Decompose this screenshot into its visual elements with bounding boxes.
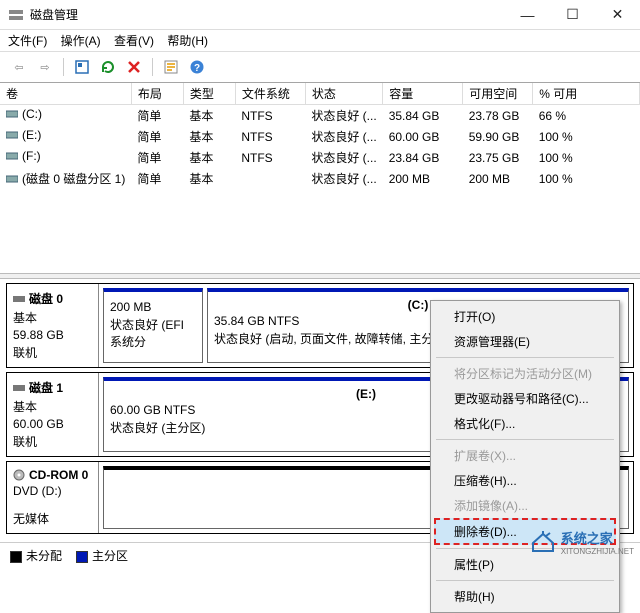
properties-button[interactable] <box>160 56 182 78</box>
titlebar: 磁盘管理 — ☐ ✕ <box>0 0 640 30</box>
menu-extend: 扩展卷(X)... <box>434 443 616 468</box>
volume-list[interactable]: 卷 布局 类型 文件系统 状态 容量 可用空间 % 可用 (C:)简单基本NTF… <box>0 83 640 273</box>
table-row[interactable]: (F:)简单基本NTFS状态良好 (...23.84 GB23.75 GB100… <box>0 147 640 168</box>
disk-1-label: 磁盘 1 <box>29 379 63 396</box>
disk-0-state: 联机 <box>13 344 92 361</box>
toolbar: ⇦ ⇨ ? <box>0 52 640 83</box>
col-volume[interactable]: 卷 <box>0 83 131 105</box>
context-menu: 打开(O) 资源管理器(E) 将分区标记为活动分区(M) 更改驱动器号和路径(C… <box>430 300 620 613</box>
col-status[interactable]: 状态 <box>305 83 382 105</box>
app-icon <box>8 7 24 23</box>
cdrom-sub: DVD (D:) <box>13 484 92 498</box>
col-capacity[interactable]: 容量 <box>383 83 463 105</box>
menu-mirror: 添加镜像(A)... <box>434 493 616 518</box>
disk-0-label: 磁盘 0 <box>29 290 63 307</box>
back-button[interactable]: ⇦ <box>8 56 30 78</box>
legend-swatch-primary <box>76 551 88 563</box>
help-icon[interactable]: ? <box>186 56 208 78</box>
menu-file[interactable]: 文件(F) <box>8 34 47 48</box>
menu-help[interactable]: 帮助(H) <box>434 584 616 609</box>
disk-0-type: 基本 <box>13 309 92 326</box>
forward-button[interactable]: ⇨ <box>34 56 56 78</box>
svg-text:?: ? <box>194 63 200 74</box>
table-row[interactable]: (磁盘 0 磁盘分区 1)简单基本状态良好 (...200 MB200 MB10… <box>0 168 640 189</box>
watermark: 系统之家 XITONGZHIJIA.NET <box>529 528 634 556</box>
disk-0-partition-1[interactable]: 200 MB 状态良好 (EFI 系统分 <box>103 288 203 363</box>
maximize-button[interactable]: ☐ <box>550 0 595 30</box>
delete-button[interactable] <box>123 56 145 78</box>
menu-help[interactable]: 帮助(H) <box>167 34 208 48</box>
legend-primary: 主分区 <box>92 549 128 563</box>
menu-change-letter[interactable]: 更改驱动器号和路径(C)... <box>434 386 616 411</box>
refresh-button[interactable] <box>97 56 119 78</box>
col-type[interactable]: 类型 <box>183 83 235 105</box>
menu-action[interactable]: 操作(A) <box>61 34 101 48</box>
menu-view[interactable]: 查看(V) <box>114 34 154 48</box>
close-button[interactable]: ✕ <box>595 0 640 30</box>
toolbar-icon-1[interactable] <box>71 56 93 78</box>
disk-0-size: 59.88 GB <box>13 328 92 342</box>
disk-1-state: 联机 <box>13 433 92 450</box>
legend-unalloc: 未分配 <box>26 549 62 563</box>
cdrom-label: CD-ROM 0 <box>29 468 88 482</box>
col-free[interactable]: 可用空间 <box>463 83 533 105</box>
col-layout[interactable]: 布局 <box>131 83 183 105</box>
table-row[interactable]: (C:)简单基本NTFS状态良好 (...35.84 GB23.78 GB66 … <box>0 105 640 127</box>
menu-format[interactable]: 格式化(F)... <box>434 411 616 436</box>
legend-swatch-unalloc <box>10 551 22 563</box>
menu-shrink[interactable]: 压缩卷(H)... <box>434 468 616 493</box>
menubar: 文件(F) 操作(A) 查看(V) 帮助(H) <box>0 30 640 52</box>
table-row[interactable]: (E:)简单基本NTFS状态良好 (...60.00 GB59.90 GB100… <box>0 126 640 147</box>
minimize-button[interactable]: — <box>505 0 550 30</box>
menu-explorer[interactable]: 资源管理器(E) <box>434 329 616 354</box>
window-title: 磁盘管理 <box>30 6 78 23</box>
disk-1-type: 基本 <box>13 398 92 415</box>
col-fs[interactable]: 文件系统 <box>235 83 305 105</box>
col-percent[interactable]: % 可用 <box>533 83 640 105</box>
cdrom-state: 无媒体 <box>13 510 92 527</box>
menu-active: 将分区标记为活动分区(M) <box>434 361 616 386</box>
menu-open[interactable]: 打开(O) <box>434 304 616 329</box>
disk-1-size: 60.00 GB <box>13 417 92 431</box>
